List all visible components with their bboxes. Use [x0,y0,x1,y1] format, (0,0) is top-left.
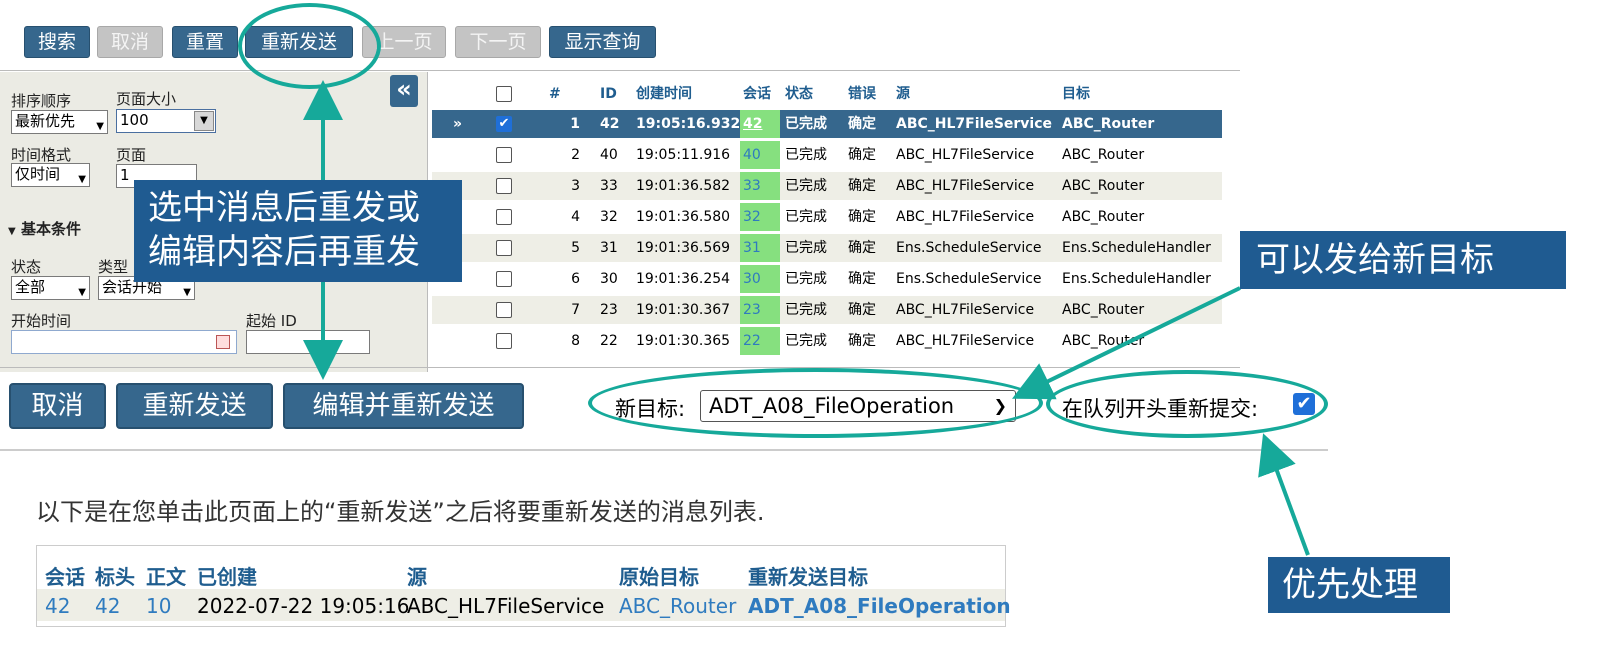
highlight-head-of-queue [1046,370,1328,438]
arrow-to-head-of-queue [1258,433,1310,556]
callout-resend: 选中消息后重发或 编辑内容后再重发 [134,180,462,282]
callout-new-target: 可以发给新目标 [1240,231,1566,289]
highlight-new-target [588,368,1043,438]
callout-resend-line2: 编辑内容后再重发 [148,232,420,272]
annotation-arrows [303,80,1310,556]
callout-resend-line1: 选中消息后重发或 [148,188,420,228]
callout-priority: 优先处理 [1268,557,1450,613]
highlight-resend-button [238,3,381,89]
